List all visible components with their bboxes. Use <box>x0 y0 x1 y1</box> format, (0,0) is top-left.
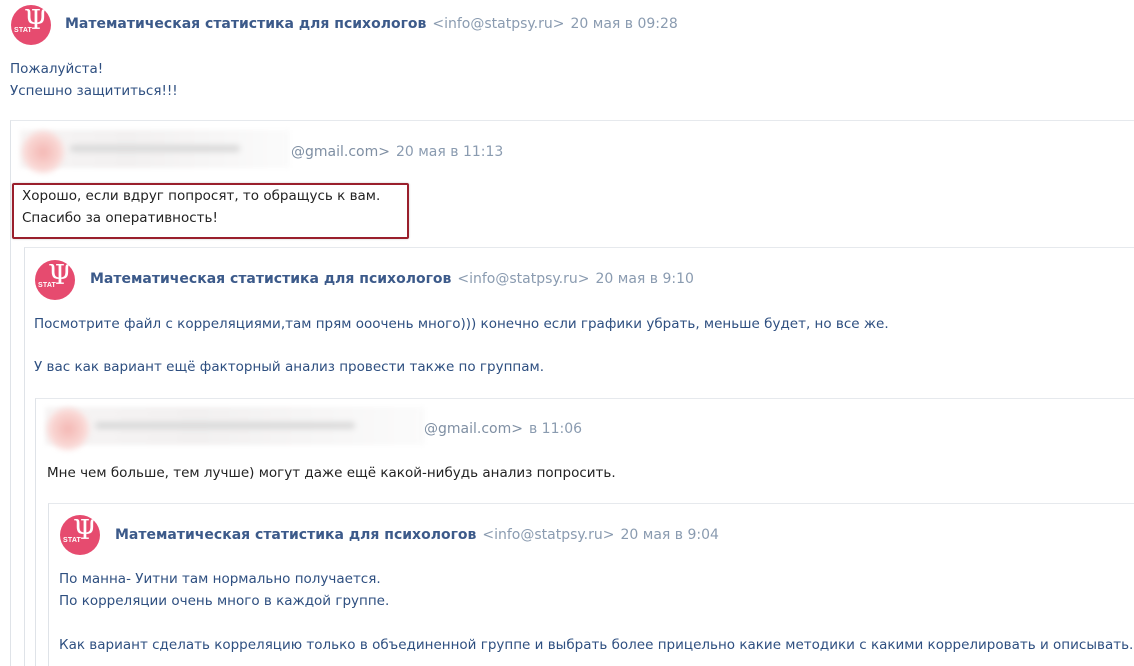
message-header: @gmail.com> 20 мая в 11:13 <box>291 143 503 161</box>
statpsy-avatar[interactable]: Ψ STAT <box>11 5 51 45</box>
message-text-line: Успешно защититься!!! <box>10 83 178 99</box>
message-text-line: Мне чем больше, тем лучше) могут даже ещ… <box>47 465 616 481</box>
blurred-avatar <box>47 408 89 450</box>
blurred-avatar <box>22 131 64 173</box>
sender-email[interactable]: <info@statpsy.ru> <box>482 527 614 543</box>
message-text-line: По корреляции очень много в каждой групп… <box>59 593 390 609</box>
message-date[interactable]: 20 мая в 9:10 <box>596 271 694 287</box>
sender-email[interactable]: @gmail.com> <box>424 421 523 437</box>
message-header: Математическая статистика для психологов… <box>115 526 719 544</box>
sender-name[interactable]: Математическая статистика для психологов <box>90 271 451 287</box>
statpsy-avatar[interactable]: Ψ STAT <box>60 515 100 555</box>
message-date[interactable]: 20 мая в 9:04 <box>621 527 719 543</box>
sender-name[interactable]: Математическая статистика для психологов <box>115 527 476 543</box>
message-text-line: Как вариант сделать корреляцию только в … <box>59 637 1134 653</box>
sender-email[interactable]: @gmail.com> <box>291 144 390 160</box>
message-date[interactable]: 20 мая в 09:28 <box>571 16 678 32</box>
message-text-line: У вас как вариант ещё факторный анализ п… <box>34 359 544 375</box>
blurred-sender-name <box>45 407 425 445</box>
highlight-box <box>12 183 409 239</box>
stat-logo-text: STAT <box>38 282 57 289</box>
message-header: Математическая статистика для психологов… <box>90 270 694 288</box>
stat-logo-text: STAT <box>14 27 33 34</box>
message-text-line: Посмотрите файл с корреляциями,там прям … <box>34 316 889 332</box>
sender-email[interactable]: <info@statpsy.ru> <box>457 271 589 287</box>
message-text-line: Пожалуйста! <box>10 61 104 77</box>
sender-email[interactable]: <info@statpsy.ru> <box>432 16 564 32</box>
statpsy-avatar[interactable]: Ψ STAT <box>35 260 75 300</box>
stat-logo-text: STAT <box>63 537 82 544</box>
message-header: Математическая статистика для психологов… <box>65 15 678 33</box>
message-text-line: По манна- Уитни там нормально получается… <box>59 571 381 587</box>
message-header: @gmail.com> в 11:06 <box>424 420 582 438</box>
message-date[interactable]: 20 мая в 11:13 <box>396 144 503 160</box>
sender-name[interactable]: Математическая статистика для психологов <box>65 16 426 32</box>
message-date[interactable]: в 11:06 <box>529 421 582 437</box>
